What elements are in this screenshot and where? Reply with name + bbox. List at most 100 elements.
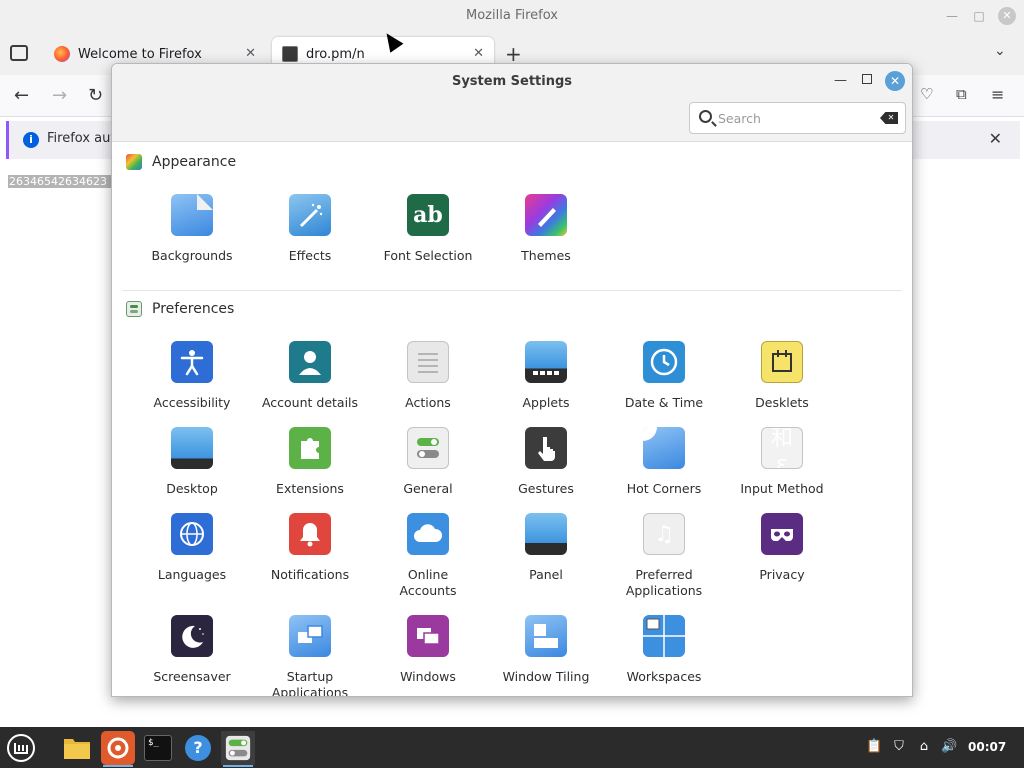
tile-window-tiling[interactable]: Window Tiling [487, 615, 605, 685]
clock[interactable]: 00:07 [968, 740, 1006, 754]
close-tab-icon[interactable]: ✕ [473, 46, 484, 61]
tile-label: Languages [157, 567, 227, 582]
tile-startup-applications[interactable]: Startup Applications [251, 615, 369, 697]
appearance-section-header: Appearance [126, 154, 236, 170]
settings-icon[interactable] [221, 731, 255, 767]
tile-effects[interactable]: Effects [251, 194, 369, 264]
tile-preferred-applications[interactable]: ♫ Preferred Applications [605, 513, 723, 599]
tile-desktop[interactable]: Desktop [133, 427, 251, 497]
tile-notifications[interactable]: Notifications [251, 513, 369, 583]
tile-desklets[interactable]: Desklets [723, 341, 841, 411]
reload-button[interactable]: ↻ [88, 85, 103, 106]
tile-label: Account details [261, 395, 359, 410]
mask-icon [761, 513, 803, 555]
tile-general[interactable]: General [369, 427, 487, 497]
tile-backgrounds[interactable]: Backgrounds [133, 194, 251, 264]
firefox-titlebar: Mozilla Firefox — □ ✕ [0, 0, 1024, 33]
tile-label: Desktop [166, 481, 218, 496]
tile-screensaver[interactable]: Screensaver [133, 615, 251, 685]
actions-list-icon [407, 341, 449, 383]
maximize-button[interactable] [862, 74, 872, 84]
tile-gestures[interactable]: Gestures [487, 427, 605, 497]
chevron-down-icon[interactable]: ⌄ [994, 43, 1006, 59]
startup-windows-icon [289, 615, 331, 657]
window-tiling-icon [525, 615, 567, 657]
globe-icon [171, 513, 213, 555]
shield-icon[interactable]: ⛉ [891, 739, 907, 755]
tile-label: Actions [405, 395, 451, 410]
desktop-icon [171, 427, 213, 469]
extensions-icon[interactable]: ⧉ [956, 85, 967, 103]
clear-search-icon[interactable]: ✕ [880, 112, 898, 124]
tile-font-selection[interactable]: ab Font Selection [369, 194, 487, 264]
settings-header: System Settings — ✕ ✕ [112, 64, 912, 142]
close-icon[interactable]: ✕ [989, 129, 1002, 148]
settings-title: System Settings [451, 74, 573, 89]
tile-label: Preferred Applications [625, 567, 703, 598]
tile-accessibility[interactable]: Accessibility [133, 341, 251, 411]
notification-text: Firefox aut [47, 131, 116, 146]
applets-icon [525, 341, 567, 383]
tile-label: Extensions [276, 481, 344, 496]
tile-input-method[interactable]: 和 ε Input Method [723, 427, 841, 497]
forward-button[interactable]: → [52, 85, 67, 106]
search-box[interactable]: ✕ [689, 102, 906, 134]
tile-label: Desklets [755, 395, 809, 410]
tile-workspaces[interactable]: Workspaces [605, 615, 723, 685]
close-button[interactable]: ✕ [885, 71, 905, 91]
info-icon: i [23, 132, 39, 148]
firefox-minimize-button[interactable]: — [944, 8, 960, 24]
font-selection-icon: ab [407, 194, 449, 236]
section-divider [122, 290, 902, 291]
terminal-icon[interactable]: $_ [141, 731, 175, 765]
settings-body: Appearance Backgrounds Effects ab Font S… [112, 142, 912, 697]
moon-icon [171, 615, 213, 657]
tile-applets[interactable]: Applets [487, 341, 605, 411]
firefox-maximize-button[interactable]: □ [971, 8, 987, 24]
tile-label: Applets [522, 395, 570, 410]
firefox-icon [54, 46, 70, 62]
firefox-icon[interactable] [101, 731, 135, 767]
tile-account-details[interactable]: Account details [251, 341, 369, 411]
back-button[interactable]: ← [14, 85, 29, 106]
menu-icon[interactable] [4, 731, 38, 765]
tile-hot-corners[interactable]: Hot Corners [605, 427, 723, 497]
desklets-note-icon [761, 341, 803, 383]
tile-extensions[interactable]: Extensions [251, 427, 369, 497]
search-input[interactable] [718, 109, 873, 127]
search-icon [699, 110, 712, 123]
hamburger-menu-icon[interactable]: ≡ [991, 85, 1004, 104]
minimize-button[interactable]: — [834, 73, 847, 88]
tile-label: General [403, 481, 453, 496]
tile-privacy[interactable]: Privacy [723, 513, 841, 583]
hand-pointer-icon [525, 427, 567, 469]
volume-icon[interactable]: 🔊 [941, 739, 957, 755]
preferences-icon [126, 301, 142, 317]
tile-label: Accessibility [153, 395, 231, 410]
tile-label: Online Accounts [399, 567, 457, 598]
tile-languages[interactable]: Languages [133, 513, 251, 583]
tile-label: Screensaver [153, 669, 231, 684]
tile-actions[interactable]: Actions [369, 341, 487, 411]
help-icon[interactable]: ? [181, 731, 215, 765]
tab-list-icon[interactable] [10, 45, 28, 61]
tile-label: Themes [521, 248, 571, 263]
backgrounds-icon [171, 194, 213, 236]
network-icon[interactable]: ⌂ [916, 739, 932, 755]
close-tab-icon[interactable]: ✕ [245, 46, 256, 61]
tile-label: Font Selection [383, 248, 473, 263]
tile-windows[interactable]: Windows [369, 615, 487, 685]
firefox-close-button[interactable]: ✕ [998, 7, 1016, 25]
pocket-icon[interactable]: ♡ [920, 85, 933, 103]
tile-themes[interactable]: Themes [487, 194, 605, 264]
tile-label: Startup Applications [271, 669, 349, 697]
tile-date-time[interactable]: Date & Time [605, 341, 723, 411]
appearance-title: Appearance [152, 154, 237, 170]
tile-panel[interactable]: Panel [487, 513, 605, 583]
clipboard-icon[interactable]: 📋 [866, 739, 882, 755]
tile-label: Workspaces [626, 669, 702, 684]
system-settings-window: System Settings — ✕ ✕ Appearance Backgro… [111, 63, 913, 697]
taskbar: $_ ? 📋 ⛉ ⌂ 🔊 00:07 [0, 727, 1024, 768]
files-icon[interactable] [60, 731, 94, 765]
tile-online-accounts[interactable]: Online Accounts [369, 513, 487, 599]
